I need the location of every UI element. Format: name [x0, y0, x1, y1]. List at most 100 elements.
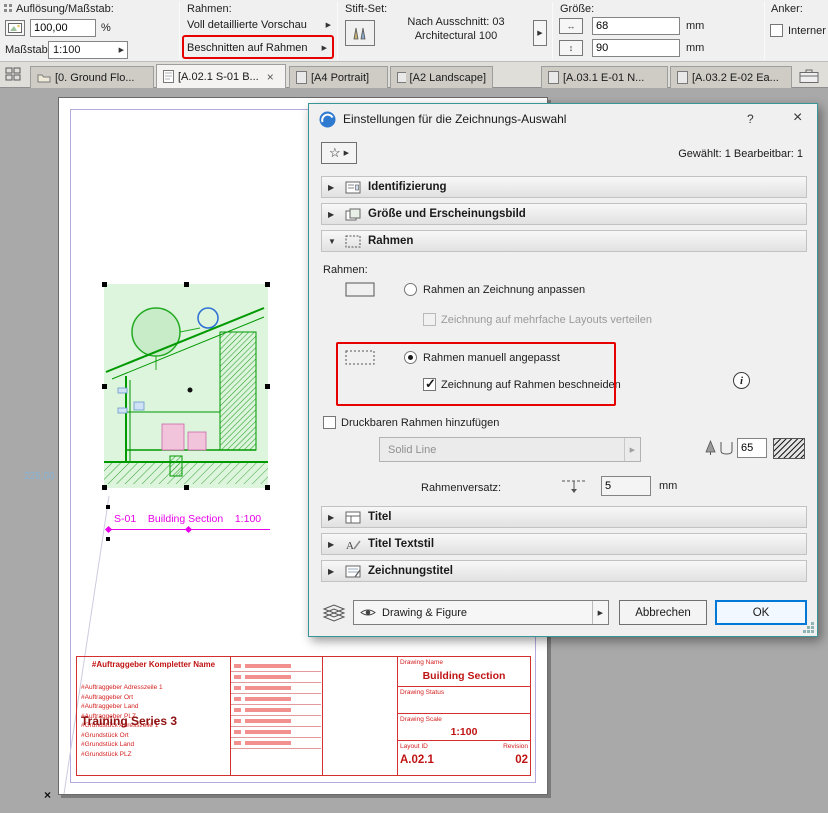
layout-page-icon	[548, 71, 559, 84]
width-input[interactable]	[592, 17, 680, 35]
pen-set-value: Nach Ausschnitt: 03 Architectural 100	[384, 15, 528, 43]
titleblock-line: #Grundstück PLZ	[81, 750, 132, 758]
briefcase-icon	[799, 69, 819, 83]
resize-handle[interactable]	[265, 485, 270, 490]
drawing-status-label: Drawing Status	[400, 689, 445, 696]
pen-set-icon-button[interactable]	[345, 20, 375, 46]
tab-a4-portrait[interactable]: [A4 Portrait]	[289, 66, 388, 88]
resize-handle[interactable]	[184, 485, 189, 490]
anchor-label: Anker:	[771, 3, 803, 15]
drawing-name-value: Building Section	[422, 670, 506, 682]
scale-combo[interactable]: 1:100 ▶	[48, 41, 128, 59]
layout-page-icon	[397, 72, 406, 83]
frame-offset-input[interactable]	[601, 476, 651, 496]
resize-handle[interactable]	[184, 282, 189, 287]
resize-handle[interactable]	[102, 485, 107, 490]
resize-handle[interactable]	[102, 282, 107, 287]
anchor-checkbox[interactable]	[770, 24, 783, 37]
drawing-title[interactable]: S-01 Building Section 1:100	[104, 505, 270, 543]
section-size-appearance[interactable]: ▶ Größe und Erscheinungsbild	[321, 203, 807, 225]
svg-text:A: A	[346, 540, 354, 551]
tab-a032-e02[interactable]: [A.03.2 E-02 Ea...	[670, 66, 792, 88]
identification-icon	[345, 181, 361, 193]
section-title[interactable]: ▶ Titel	[321, 506, 807, 528]
pen-set-popup-button[interactable]: ▶	[533, 20, 547, 46]
tab-close-icon[interactable]: ×	[267, 71, 274, 83]
resize-grip[interactable]	[811, 622, 814, 625]
preview-mode-value: Voll detaillierte Vorschau	[187, 18, 307, 31]
chevron-right-icon: ▶	[623, 438, 640, 461]
drawing-scale-label: Drawing Scale	[400, 716, 442, 723]
section-drawing-title[interactable]: ▶ Zeichnungstitel	[321, 560, 807, 582]
spread-layouts-checkbox	[423, 313, 436, 326]
clip-mode-value: Beschnitten auf Rahmen	[187, 41, 308, 54]
layer-combo[interactable]: Drawing & Figure ▶	[353, 600, 609, 625]
section-label: Rahmen	[368, 235, 414, 247]
width-icon: ↔	[559, 18, 583, 34]
ok-button[interactable]: OK	[715, 600, 807, 625]
layout-id-label: Layout ID	[400, 743, 428, 750]
chevron-right-icon: ▶	[325, 21, 331, 29]
section-label: Zeichnungstitel	[368, 565, 453, 577]
fit-frame-radio[interactable]	[404, 283, 417, 296]
tab-label: [0. Ground Flo...	[55, 71, 135, 84]
height-input[interactable]	[592, 39, 680, 57]
drawing-info-cell: Drawing Name Building Section Drawing St…	[397, 657, 531, 775]
section-label: Titel Textstil	[368, 538, 435, 550]
favorites-button[interactable]: ☆ ▶	[321, 142, 357, 164]
frame-fill-swatch[interactable]	[773, 438, 805, 459]
resize-handle[interactable]	[265, 282, 270, 287]
pen-set-icon	[353, 27, 366, 40]
close-button[interactable]: ×	[793, 109, 802, 127]
resize-handle[interactable]	[265, 384, 270, 389]
clip-mode-button[interactable]: Beschnitten auf Rahmen ▶	[187, 39, 327, 56]
title-handle[interactable]	[106, 537, 110, 541]
resolution-input[interactable]	[30, 19, 96, 37]
frame-offset-icon	[562, 480, 586, 493]
layout-id-value: A.02.1	[400, 754, 434, 766]
scale-value: 1:100	[53, 44, 81, 56]
tab-label: [A.03.1 E-01 N...	[563, 71, 645, 84]
quick-options-button[interactable]	[5, 67, 27, 84]
section-frame[interactable]: ▼ Rahmen	[321, 230, 807, 252]
tab-a031-e01[interactable]: [A.03.1 E-01 N...	[541, 66, 668, 88]
chevron-right-icon: ▶	[328, 566, 335, 576]
dialog-titlebar[interactable]: Einstellungen für die Zeichnungs-Auswahl…	[309, 104, 817, 134]
titleblock-line: #Grundstück Ort	[81, 731, 129, 739]
titleblock-line: #Auftraggeber Land	[81, 703, 139, 710]
cancel-button[interactable]: Abbrechen	[619, 600, 707, 625]
printable-frame-checkbox[interactable]	[323, 416, 336, 429]
chevron-right-icon: ▶	[343, 150, 350, 157]
layer-name: Drawing & Figure	[382, 606, 467, 619]
title-handle[interactable]	[106, 505, 110, 509]
drawing-settings-dialog: Einstellungen für die Zeichnungs-Auswahl…	[308, 103, 818, 637]
resolution-icon	[5, 20, 25, 36]
fit-frame-icon	[345, 282, 375, 297]
textstyle-icon: A	[346, 540, 361, 551]
pen-weight-icon	[720, 442, 733, 455]
organizer-button[interactable]	[799, 68, 819, 83]
resize-handle[interactable]	[102, 384, 107, 389]
help-button[interactable]: ?	[747, 112, 754, 126]
toolbar-separator	[179, 2, 180, 60]
manual-frame-radio[interactable]	[404, 351, 417, 364]
folder-icon	[37, 74, 51, 83]
cancel-label: Abbrechen	[635, 606, 691, 619]
clip-drawing-checkbox[interactable]	[423, 376, 436, 392]
tab-a021-s01-active[interactable]: [A.02.1 S-01 B... ×	[156, 64, 286, 88]
tab-a2-landscape[interactable]: [A2 Landscape]	[390, 66, 493, 88]
preview-mode-button[interactable]: Voll detaillierte Vorschau ▶	[187, 16, 331, 33]
layout-tab-bar: [0. Ground Flo... [A.02.1 S-01 B... × [A…	[0, 62, 828, 88]
height-icon: ↕	[559, 40, 583, 56]
section-title-textstyle[interactable]: ▶ A Titel Textstil	[321, 533, 807, 555]
selected-drawing[interactable]	[102, 282, 270, 490]
manual-frame-label: Rahmen manuell angepasst	[423, 352, 560, 364]
section-identification[interactable]: ▶ Identifizierung	[321, 176, 807, 198]
tab-ground-floor[interactable]: [0. Ground Flo...	[30, 66, 154, 88]
title-block: #Auftraggeber Kompletter Name #Auftragge…	[76, 656, 531, 776]
drawing-name: Building Section	[147, 513, 224, 525]
info-icon[interactable]: i	[733, 372, 750, 389]
chevron-right-icon: ▶	[118, 47, 124, 54]
title-handle-diamond[interactable]	[184, 525, 193, 534]
frame-pen-input[interactable]	[737, 438, 767, 458]
